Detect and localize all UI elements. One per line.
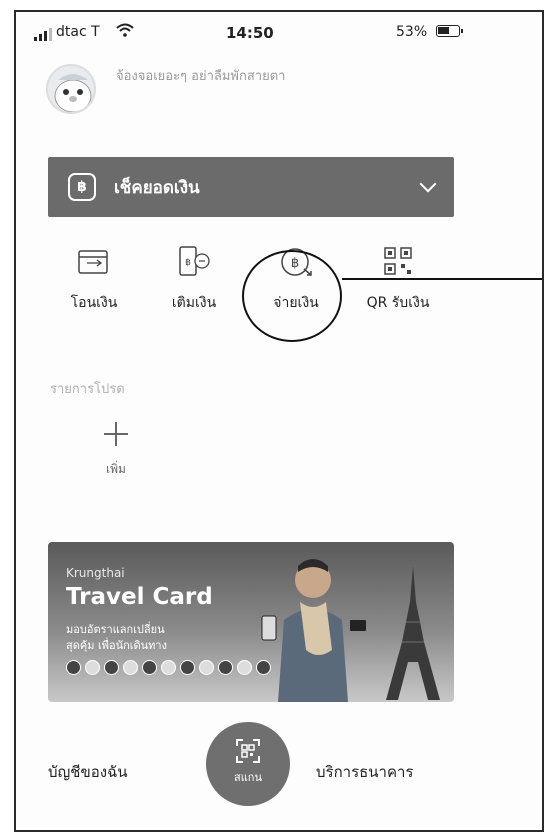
check-balance-bar[interactable]: ฿ เช็คยอดเงิน	[48, 157, 454, 217]
flag-icon	[85, 660, 100, 675]
travel-card-banner[interactable]: Krungthai Travel Card มอบอัตราแลกเปลี่ยน…	[48, 542, 454, 702]
greeting-text: จ้องจอเยอะๆ อย่าลืมพักสายตา	[116, 68, 286, 84]
flag-icon	[161, 660, 176, 675]
add-favorite-button[interactable]: เพิ่ม	[86, 422, 146, 479]
flag-icon	[66, 660, 81, 675]
flag-icon	[218, 660, 233, 675]
greeting-row: จ้องจอเยอะๆ อย่าลืมพักสายตา	[46, 64, 285, 114]
transfer-button[interactable]: โอนเงิน	[46, 242, 142, 314]
eiffel-tower-image	[386, 566, 440, 700]
bird-mascot-icon	[54, 74, 92, 112]
baht-icon: ฿	[68, 173, 96, 201]
topup-button[interactable]: ฿ เติมเงิน	[146, 242, 242, 314]
flag-icon	[142, 660, 157, 675]
banner-title: Travel Card	[66, 584, 213, 610]
qr-receive-label: QR รับเงิน	[366, 295, 430, 311]
chevron-down-icon	[419, 175, 437, 193]
flag-icon	[104, 660, 119, 675]
bank-services-tab[interactable]: บริการธนาคาร	[316, 760, 414, 784]
svg-text:฿: ฿	[185, 258, 191, 268]
signal-icon	[34, 28, 52, 41]
pointer-line	[342, 278, 542, 280]
favorites-title: รายการโปรด	[50, 382, 125, 397]
topup-phone-icon: ฿	[179, 246, 210, 276]
flag-icon	[256, 660, 271, 675]
phone-screen: dtac T 14:50 53% จ้องจอเยอะๆ อย่าลืมพักส…	[14, 10, 544, 832]
battery-percent: 53%	[396, 24, 428, 40]
check-balance-label: เช็คยอดเงิน	[114, 177, 200, 198]
flag-icon	[123, 660, 138, 675]
scan-qr-icon	[236, 739, 260, 763]
battery-icon	[436, 25, 463, 37]
traveler-photo	[261, 559, 366, 702]
banner-brand: Krungthai	[66, 566, 125, 580]
wallet-transfer-icon	[78, 250, 108, 274]
bottom-nav: บัญชีของฉัน สแกน บริการธนาคาร	[16, 712, 542, 830]
flag-icon	[199, 660, 214, 675]
banner-line-2: สุดคุ้ม เพื่อนักเดินทาง	[66, 639, 167, 652]
add-favorite-label: เพิ่ม	[106, 462, 126, 476]
scan-button[interactable]: สแกน	[206, 722, 290, 806]
scan-label: สแกน	[234, 771, 262, 784]
wifi-icon	[116, 23, 134, 37]
flag-icon	[237, 660, 252, 675]
clock: 14:50	[226, 24, 274, 42]
highlight-circle	[242, 250, 342, 342]
transfer-label: โอนเงิน	[70, 295, 118, 311]
avatar[interactable]	[46, 64, 96, 114]
flag-icon	[180, 660, 195, 675]
plus-icon	[104, 422, 128, 446]
my-account-tab[interactable]: บัญชีของฉัน	[48, 760, 128, 784]
status-bar: dtac T 14:50 53%	[16, 12, 542, 56]
qr-code-icon	[384, 247, 412, 275]
topup-label: เติมเงิน	[171, 295, 217, 311]
currency-flags	[66, 660, 271, 675]
carrier-label: dtac T	[56, 24, 100, 40]
